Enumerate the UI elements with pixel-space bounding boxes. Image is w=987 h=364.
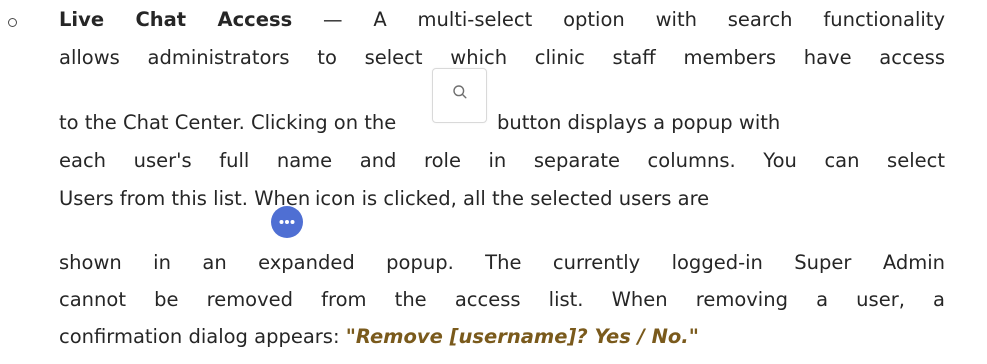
paragraph-line-5-after: icon is clicked, all the selected users … — [315, 184, 709, 214]
line3-before-text: to the Chat Center. Clicking on the — [59, 111, 397, 134]
line5-after-text: icon is clicked, all the selected users … — [315, 187, 710, 210]
more-options-button[interactable] — [271, 206, 303, 238]
ellipsis-icon — [279, 220, 295, 224]
paragraph-line-3-after: button displays a popup with — [497, 108, 780, 138]
paragraph-line-6: shown in an expanded popup. The currentl… — [59, 251, 945, 274]
line3-after-text: button displays a popup with — [497, 111, 781, 134]
hollow-circle-bullet-icon — [8, 18, 17, 27]
paragraph-line-4: each user's full name and role in separa… — [59, 149, 945, 172]
search-button[interactable] — [432, 68, 487, 123]
paragraph-line-2: allows administrators to select which cl… — [59, 46, 945, 69]
paragraph-line-1: Live Chat Access — A multi-select option… — [59, 5, 945, 35]
line8-before-text: confirmation dialog appears: — [59, 325, 346, 348]
line1-text: — A multi-select option with search func… — [292, 8, 945, 31]
feature-term: Live Chat Access — [59, 8, 293, 31]
search-icon — [453, 85, 467, 99]
paragraph-line-7: cannot be removed from the access list. … — [59, 288, 945, 311]
confirmation-dialog-quote: "Remove [username]? Yes / No." — [345, 325, 699, 348]
live-chat-access-item: Live Chat Access — A multi-select option… — [0, 0, 987, 364]
paragraph-line-8: confirmation dialog appears: "Remove [us… — [59, 322, 699, 352]
